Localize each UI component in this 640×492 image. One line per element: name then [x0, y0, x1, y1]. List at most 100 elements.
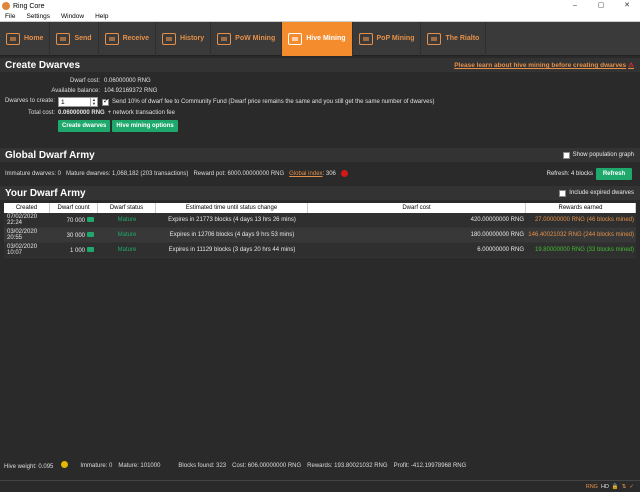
total-cost-label: Total cost: — [27, 110, 55, 116]
balance-value: 104.92169372 RNG — [104, 88, 158, 94]
total-cost-value: 0.06000000 RNG — [58, 110, 105, 116]
hive-weight: Hive weight: 0.095 — [4, 461, 74, 470]
summary-blocks-found: Blocks found: 323 — [178, 462, 227, 469]
col-created[interactable]: Created — [4, 203, 50, 213]
summary-profit: Profit: -412.19978968 RNG — [393, 462, 467, 469]
global-index-link[interactable]: Global index — [289, 171, 322, 177]
global-army-title: Global Dwarf Army — [5, 149, 95, 161]
tab-hive-mining[interactable]: Hive Mining — [282, 21, 353, 56]
tab-history[interactable]: History — [156, 21, 212, 56]
to-create-label: Dwarves to create: — [4, 98, 55, 104]
table-row[interactable]: 03/02/2020 10:07 1 000 Mature Expires in 11… — [4, 243, 636, 258]
your-army-title: Your Dwarf Army — [5, 187, 86, 199]
dwarf-cost-label: Dwarf cost: — [69, 78, 100, 84]
cell-rewards: 27.00000000 RNG (46 blocks mined) — [534, 217, 634, 223]
tab-send[interactable]: Send — [50, 21, 99, 56]
status-bar: RNG HD 🔒 ⇅ ✓ — [0, 480, 640, 492]
col-eta[interactable]: Estimated time until status change — [156, 203, 308, 213]
sync-check-icon: ✓ — [629, 483, 634, 490]
community-fund-label: Send 10% of dwarf fee to Community Fund … — [112, 99, 435, 105]
diamond-icon — [288, 32, 303, 45]
history-icon — [162, 32, 177, 45]
tab-rialto[interactable]: The Rialto — [421, 21, 487, 56]
cell-count: 70 000 — [50, 216, 98, 224]
menu-help[interactable]: Help — [95, 13, 108, 20]
cell-status: Mature — [117, 247, 137, 253]
unit-label: RNG — [585, 483, 598, 490]
table-header: Created Dwarf count Dwarf status Estimat… — [4, 203, 636, 213]
cell-eta: Expires in 21773 blocks (4 days 13 hrs 2… — [168, 217, 296, 223]
send-icon — [56, 32, 71, 45]
tab-label: The Rialto — [445, 35, 480, 42]
cell-created: 03/02/2020 10:07 — [7, 244, 38, 256]
dwarf-cost-value: 0.06000000 RNG — [104, 78, 151, 84]
create-dwarves-button[interactable]: Create dwarves — [58, 120, 111, 132]
menu-file[interactable]: File — [5, 13, 15, 20]
show-population-checkbox[interactable] — [562, 151, 570, 159]
dwarf-icon — [87, 246, 94, 252]
hive-mining-options-button[interactable]: Hive mining options — [112, 120, 178, 132]
tab-label: History — [180, 35, 205, 42]
cell-eta: Expires in 12706 blocks (4 days 9 hrs 53… — [169, 232, 295, 238]
cell-cost: 6.00000000 RNG — [477, 247, 524, 253]
tab-label: Receive — [122, 35, 150, 42]
global-army-header: Global Dwarf Army Show population graph — [0, 148, 640, 162]
col-rewards[interactable]: Rewards earned — [526, 203, 636, 213]
refresh-button[interactable]: Refresh — [596, 168, 632, 180]
dwarf-icon — [87, 231, 94, 237]
create-dwarves-title: Create Dwarves — [5, 59, 81, 71]
summary-cost: Cost: 606.00000000 RNG — [232, 462, 302, 469]
your-army-header: Your Dwarf Army Include expired dwarves — [0, 186, 640, 200]
menu-settings[interactable]: Settings — [26, 13, 50, 20]
col-dwarf-cost[interactable]: Dwarf cost — [308, 203, 526, 213]
tab-label: PoP Mining — [376, 35, 415, 42]
tab-label: PoW Mining — [235, 35, 276, 42]
cell-rewards: 19.80000000 RNG (33 blocks mined) — [534, 247, 634, 253]
close-button[interactable]: ✕ — [614, 0, 640, 12]
balance-label: Available balance: — [51, 88, 100, 94]
community-fund-checkbox[interactable] — [102, 97, 109, 106]
spin-arrows-icon[interactable]: ▲ ▼ — [90, 98, 97, 106]
pow-mining-icon — [217, 32, 232, 45]
show-population-label: Show population graph — [572, 152, 634, 158]
include-expired-checkbox[interactable] — [559, 189, 567, 197]
create-dwarves-header: Create Dwarves Please learn about hive m… — [0, 58, 640, 72]
cell-cost: 420.00000000 RNG — [470, 217, 524, 223]
pop-mining-icon — [358, 32, 373, 45]
col-dwarf-status[interactable]: Dwarf status — [98, 203, 156, 213]
receive-icon — [104, 32, 119, 45]
minimize-button[interactable]: – — [562, 0, 588, 12]
tab-receive[interactable]: Receive — [99, 21, 157, 56]
table-row[interactable]: 07/02/2020 22:24 70 000 Mature Expires in 2… — [4, 213, 636, 228]
total-cost-note: + network transaction fee — [107, 110, 175, 116]
table-row[interactable]: 03/02/2020 20:55 30 000 Mature Expires in 1… — [4, 228, 636, 243]
tab-pow-mining[interactable]: PoW Mining — [211, 21, 283, 56]
tab-label: Hive Mining — [306, 35, 346, 42]
count-value: 30 000 — [66, 232, 85, 239]
cell-eta: Expires in 11129 blocks (3 days 20 hrs 4… — [168, 247, 296, 253]
col-dwarf-count[interactable]: Dwarf count — [50, 203, 98, 213]
dwarves-quantity-stepper[interactable]: 1 ▲ ▼ — [58, 97, 98, 107]
cell-count: 1 000 — [50, 246, 98, 254]
hd-label: HD — [600, 483, 609, 490]
warning-icon: ⚠ — [628, 62, 634, 69]
hive-mining-info-link[interactable]: Please learn about hive mining before cr… — [454, 61, 634, 69]
menu-window[interactable]: Window — [61, 13, 84, 20]
tab-label: Send — [74, 35, 92, 42]
count-value: 70 000 — [66, 217, 85, 224]
cell-cost: 180.00000000 RNG — [470, 232, 524, 238]
global-mature: Mature dwarves: 1,068,182 (203 transacti… — [66, 170, 189, 177]
summary-rewards: Rewards: 193.80021032 RNG — [307, 462, 388, 469]
network-icon: ⇅ — [621, 483, 627, 490]
coin-icon — [61, 461, 69, 468]
home-icon — [6, 32, 20, 45]
maximize-button[interactable]: ▢ — [588, 0, 614, 12]
global-index-value: : 306 — [322, 170, 336, 177]
tab-pop-mining[interactable]: PoP Mining — [353, 21, 422, 56]
menu-bar: File Settings Window Help — [0, 12, 640, 22]
cell-created: 03/02/2020 20:55 — [7, 229, 38, 241]
cell-status: Mature — [117, 217, 137, 223]
main-nav: Home Send Receive History PoW Mining Hiv… — [0, 21, 640, 56]
tab-home[interactable]: Home — [0, 21, 51, 56]
status-dot-icon — [340, 170, 348, 177]
